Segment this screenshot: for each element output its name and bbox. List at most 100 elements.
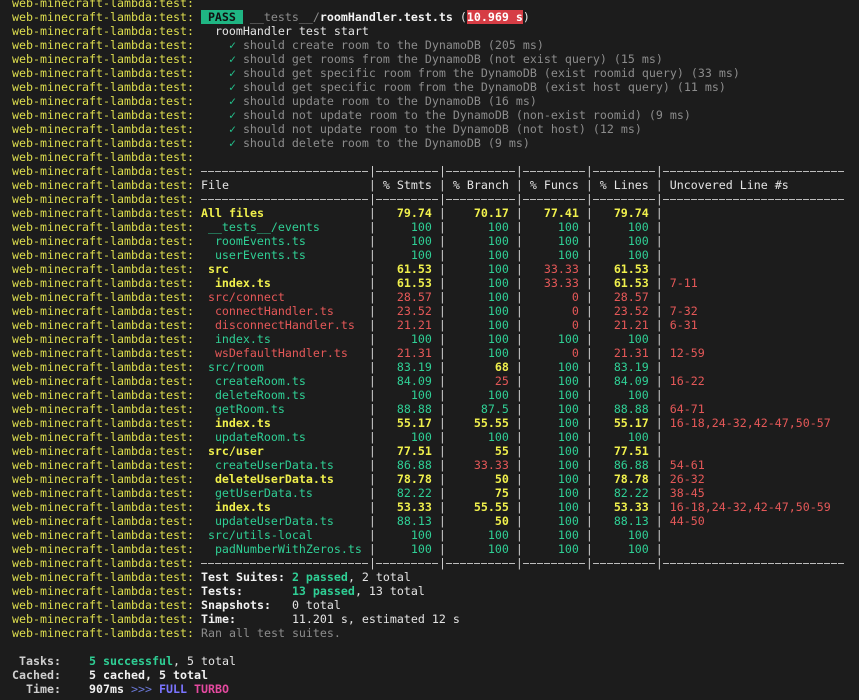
coverage-stmts: 100 (410, 542, 432, 556)
coverage-lines: 100 (627, 388, 649, 402)
line-prefix: web-minecraft-lambda:test: (12, 472, 194, 486)
uncovered-lines: 12-59 (669, 346, 705, 360)
column-separator: | (438, 402, 446, 416)
coverage-branch: 100 (487, 276, 509, 290)
column-separator: | (438, 192, 446, 206)
column-separator: | (655, 164, 663, 178)
column-separator: | (368, 178, 376, 192)
column-separator: | (655, 262, 663, 276)
column-separator: | (438, 178, 446, 192)
test-suites-summary: web-minecraft-lambda:test: Test Suites: 2 … (12, 570, 845, 584)
coverage-lines: 86.88 (613, 458, 649, 472)
check-icon: ✓ (228, 108, 236, 122)
coverage-stmts: 100 (410, 234, 432, 248)
column-separator: | (438, 430, 446, 444)
uncovered-lines (663, 220, 670, 234)
column-separator: | (368, 318, 376, 332)
coverage-lines: 100 (627, 332, 649, 346)
coverage-lines: 55.17 (613, 416, 649, 430)
column-separator: | (585, 192, 593, 206)
coverage-funcs: 100 (557, 444, 579, 458)
check-icon: ✓ (228, 38, 236, 52)
coverage-stmts: 21.21 (396, 318, 432, 332)
divider-segment (445, 556, 516, 570)
file-name: src/connect (207, 290, 285, 304)
test-case-name: should update room to the DynamoDB (16 m… (242, 94, 537, 108)
uncovered-lines: 44-50 (669, 514, 705, 528)
column-separator: | (515, 388, 523, 402)
column-separator: | (515, 556, 523, 570)
line-prefix: web-minecraft-lambda:test: (12, 584, 194, 598)
coverage-row: web-minecraft-lambda:test: index.ts | 100 | 1… (12, 332, 845, 346)
divider-segment (662, 192, 845, 206)
line-prefix: web-minecraft-lambda:test: (12, 346, 194, 360)
divider-segment (200, 556, 369, 570)
column-separator: | (515, 514, 523, 528)
coverage-branch: 100 (487, 388, 509, 402)
column-header: % Lines (599, 178, 649, 192)
coverage-lines: 100 (627, 248, 649, 262)
column-separator: | (585, 304, 593, 318)
test-file: roomHandler.test.ts (319, 10, 453, 24)
coverage-funcs: 100 (557, 402, 579, 416)
turbo-time: Time: 907ms >>> FULL TURBO (12, 682, 845, 696)
uncovered-lines (663, 234, 670, 248)
line-prefix: web-minecraft-lambda:test: (12, 192, 194, 206)
column-separator: | (585, 276, 593, 290)
coverage-row: web-minecraft-lambda:test: disconnectHand… (12, 318, 845, 332)
column-separator: | (655, 346, 663, 360)
coverage-lines: 100 (627, 542, 649, 556)
line-prefix: web-minecraft-lambda:test: (12, 262, 194, 276)
check-icon: ✓ (228, 80, 236, 94)
coverage-stmts: 23.52 (396, 304, 432, 318)
coverage-funcs: 0 (571, 304, 579, 318)
column-separator: | (368, 206, 376, 220)
coverage-lines: 83.19 (613, 360, 649, 374)
column-separator: | (438, 234, 446, 248)
column-separator: | (438, 332, 446, 346)
column-separator: | (368, 500, 376, 514)
file-name: All files (200, 206, 264, 220)
file-name: src/user (207, 444, 264, 458)
line-prefix: web-minecraft-lambda:test: (12, 332, 194, 346)
coverage-branch: 55.55 (473, 500, 509, 514)
coverage-lines: 77.51 (613, 444, 649, 458)
column-separator: | (438, 360, 446, 374)
column-separator: | (655, 416, 663, 430)
coverage-branch: 87.5 (480, 402, 509, 416)
coverage-row: web-minecraft-lambda:test: src/connect | 28… (12, 290, 845, 304)
column-header: Uncovered Line #s (669, 178, 789, 192)
column-separator: | (655, 542, 663, 556)
column-separator: | (515, 178, 523, 192)
column-separator: | (585, 248, 593, 262)
coverage-lines: 28.57 (613, 290, 649, 304)
uncovered-lines (663, 430, 670, 444)
column-separator: | (438, 444, 446, 458)
uncovered-lines: 16-18,24-32,42-47,50-59 (669, 500, 831, 514)
column-separator: | (655, 402, 663, 416)
uncovered-lines (663, 444, 670, 458)
tests-total: , 13 total (354, 584, 425, 598)
uncovered-lines: 7-11 (669, 276, 698, 290)
coverage-branch: 100 (487, 304, 509, 318)
file-name: getRoom.ts (214, 402, 285, 416)
turbo-tasks: Tasks: 5 successful, 5 total (12, 654, 845, 668)
coverage-stmts: 21.31 (396, 346, 432, 360)
test-suites-label: Test Suites: (200, 570, 285, 584)
column-separator: | (368, 290, 376, 304)
coverage-funcs: 0 (571, 290, 579, 304)
column-separator: | (585, 374, 593, 388)
coverage-branch: 100 (487, 430, 509, 444)
cached-label: Cached: (12, 668, 61, 682)
column-separator: | (438, 346, 446, 360)
coverage-row: web-minecraft-lambda:test: __tests__/even… (12, 220, 845, 234)
column-separator: | (368, 388, 376, 402)
column-separator: | (368, 220, 376, 234)
file-name: deleteRoom.ts (214, 388, 306, 402)
uncovered-lines: 6-31 (669, 318, 698, 332)
coverage-stmts: 86.88 (396, 458, 432, 472)
coverage-row: web-minecraft-lambda:test: index.ts | 61.53… (12, 276, 845, 290)
coverage-stmts: 61.53 (396, 276, 432, 290)
